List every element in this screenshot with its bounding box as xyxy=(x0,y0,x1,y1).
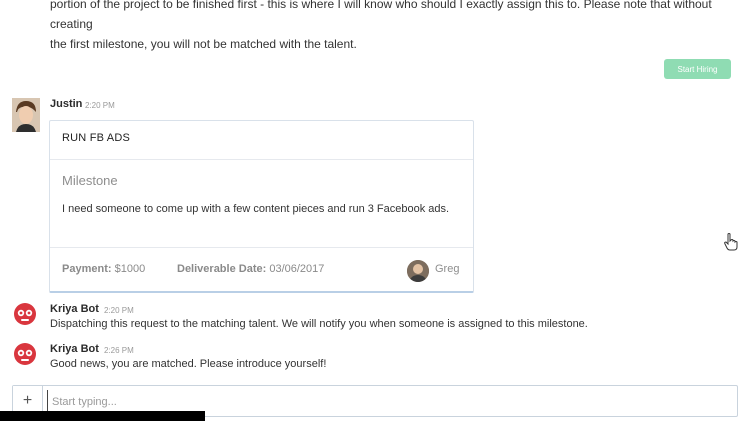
payment-field: Payment: $1000 xyxy=(62,263,145,275)
hand-cursor-icon xyxy=(724,233,738,251)
payment-value: $1000 xyxy=(114,263,146,275)
robot-icon xyxy=(12,302,38,326)
deliverable-field: Deliverable Date: 03/06/2017 xyxy=(177,263,324,275)
payment-label: Payment: xyxy=(62,263,112,275)
card-divider xyxy=(50,247,473,248)
card-divider xyxy=(50,159,473,160)
intro-message: portion of the project to be finished fi… xyxy=(50,0,730,54)
message-text: Dispatching this request to the matching… xyxy=(50,318,588,330)
message-text: Good news, you are matched. Please intro… xyxy=(50,358,327,370)
message-time: 2:20 PM xyxy=(104,306,134,315)
message-time: 2:20 PM xyxy=(85,101,115,110)
message-time: 2:26 PM xyxy=(104,346,134,355)
assignee-avatar xyxy=(407,260,429,282)
milestone-type-label: Milestone xyxy=(62,173,118,188)
robot-icon xyxy=(12,342,38,366)
milestone-card[interactable]: RUN FB ADS Milestone I need someone to c… xyxy=(49,120,474,293)
milestone-title: RUN FB ADS xyxy=(62,132,131,144)
intro-line-1: portion of the project to be finished fi… xyxy=(50,0,712,31)
avatar-justin xyxy=(12,98,40,132)
milestone-description: I need someone to come up with a few con… xyxy=(62,203,450,215)
start-hiring-button[interactable]: Start Hiring xyxy=(664,59,731,79)
deliverable-label: Deliverable Date: xyxy=(177,263,267,275)
message-author: Kriya Bot xyxy=(50,343,99,355)
message-author: Justin xyxy=(50,98,83,110)
assignee-name: Greg xyxy=(435,263,460,275)
overlay-bar xyxy=(0,411,205,421)
message-author: Kriya Bot xyxy=(50,303,99,315)
intro-line-2: the first milestone, you will not be mat… xyxy=(50,37,357,51)
deliverable-value: 03/06/2017 xyxy=(269,263,325,275)
